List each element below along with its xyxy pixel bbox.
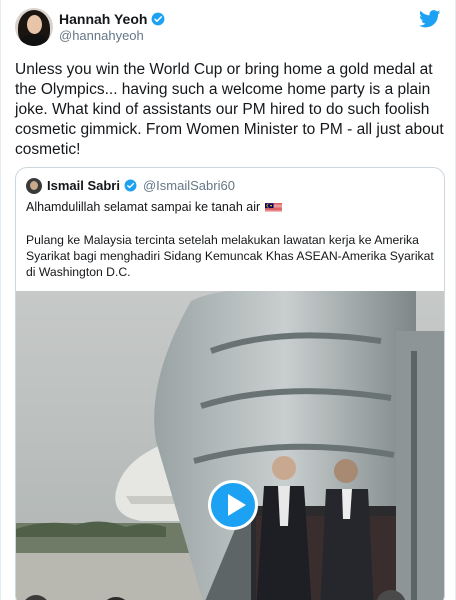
quoted-line-1: Alhamdulillah selamat sampai ke tanah ai… xyxy=(26,200,283,214)
quoted-author-name[interactable]: Ismail Sabri xyxy=(47,178,120,193)
author-avatar[interactable] xyxy=(15,8,53,46)
quoted-author-avatar[interactable] xyxy=(26,178,42,194)
verified-badge-icon xyxy=(124,179,137,192)
author-display-name[interactable]: Hannah Yeoh xyxy=(59,11,147,27)
author-handle[interactable]: @hannahyeoh xyxy=(59,28,144,43)
author-name-line: Hannah Yeoh xyxy=(59,11,165,27)
play-icon xyxy=(228,494,246,516)
video-player[interactable] xyxy=(16,291,444,600)
twitter-bird-icon[interactable] xyxy=(419,10,441,28)
play-button[interactable] xyxy=(208,480,258,530)
quoted-author-handle[interactable]: @IsmailSabri60 xyxy=(143,178,235,193)
verified-badge-icon xyxy=(152,12,165,26)
tweet-text: Unless you win the World Cup or bring ho… xyxy=(15,61,444,158)
tweet-card[interactable]: Hannah Yeoh @hannahyeoh Unless you win t… xyxy=(0,0,456,600)
malaysia-flag-icon xyxy=(265,202,283,212)
quoted-tweet[interactable]: Ismail Sabri @IsmailSabri60 Alhamdulilla… xyxy=(15,167,445,600)
quoted-line-1-text: Alhamdulillah selamat sampai ke tanah ai… xyxy=(26,200,261,214)
quoted-body-text: Pulang ke Malaysia tercinta setelah mela… xyxy=(26,233,434,279)
quoted-author-line: Ismail Sabri @IsmailSabri60 xyxy=(47,178,235,193)
video-thumbnail xyxy=(16,291,444,600)
